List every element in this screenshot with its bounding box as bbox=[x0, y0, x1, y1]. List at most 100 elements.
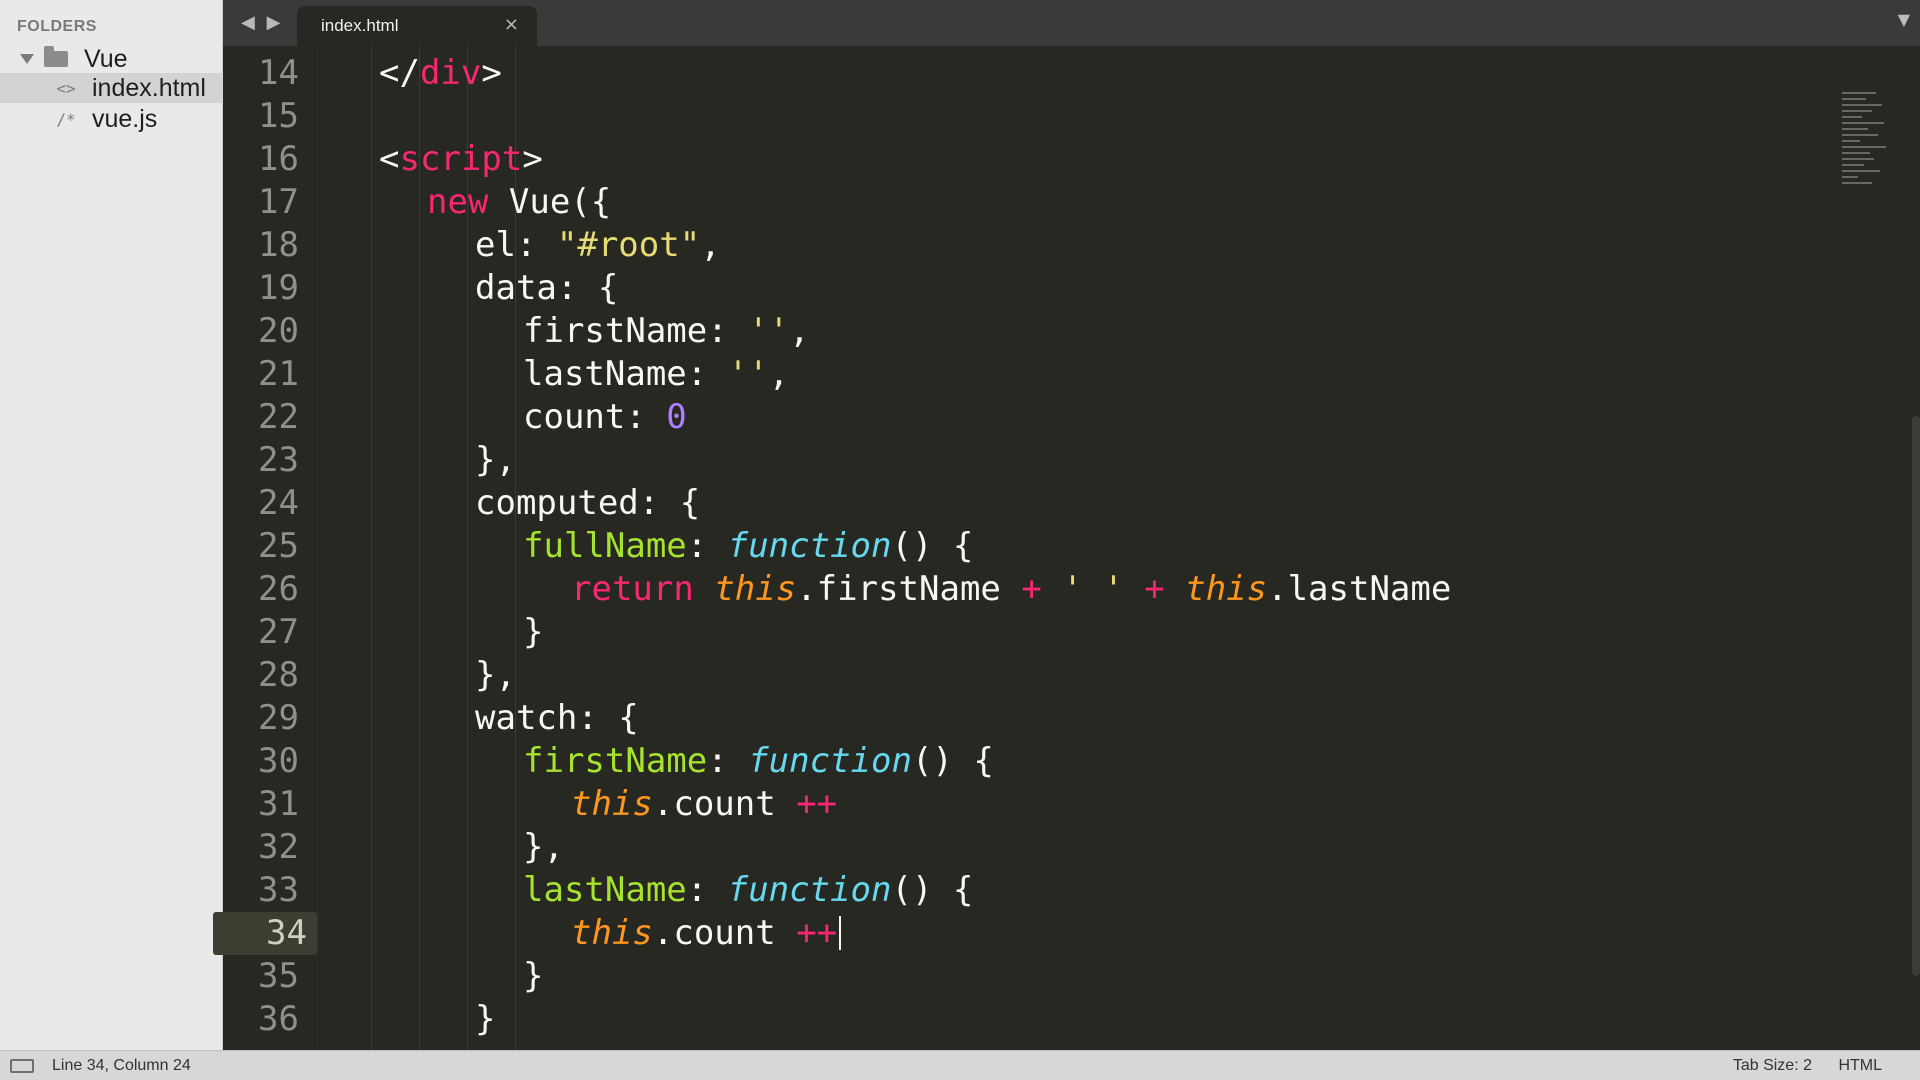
code-token: return bbox=[571, 569, 694, 609]
tab-index-html[interactable]: index.html × bbox=[297, 6, 537, 46]
code-line[interactable]: el: "#root", bbox=[475, 224, 721, 267]
line-number: 33 bbox=[258, 870, 299, 910]
cursor-position: Line 34, Column 24 bbox=[52, 1057, 191, 1074]
sidebar-folder-vue[interactable]: Vue bbox=[0, 44, 223, 74]
line-number: 18 bbox=[258, 225, 299, 265]
line-number: 28 bbox=[258, 655, 299, 695]
sidebar-file-index-html[interactable]: <> index.html bbox=[0, 73, 223, 103]
sidebar-file-vue-js[interactable]: /* vue.js bbox=[0, 104, 223, 134]
tab-navigation[interactable]: ◀ ▶ bbox=[241, 12, 280, 33]
file-label: index.html bbox=[92, 73, 206, 102]
triangle-down-icon[interactable] bbox=[20, 54, 34, 64]
line-number: 20 bbox=[258, 311, 299, 351]
code-token: firstName bbox=[523, 741, 708, 781]
tab-bar: ◀ ▶ index.html × ▼ bbox=[223, 0, 1920, 47]
code-token: firstName: bbox=[523, 311, 749, 351]
code-token: } bbox=[475, 999, 496, 1039]
sublime-window: FOLDERS Vue <> index.html /* vue.js ◀ ▶ … bbox=[0, 0, 1920, 1080]
line-number: 14 bbox=[258, 53, 299, 93]
tab-title: index.html bbox=[321, 16, 399, 35]
code-line[interactable]: firstName: function() { bbox=[523, 740, 994, 783]
tab-dropdown-icon[interactable]: ▼ bbox=[1898, 10, 1910, 29]
panel-icon[interactable] bbox=[10, 1059, 34, 1073]
indent-guide bbox=[371, 46, 372, 1050]
nav-forward-icon[interactable]: ▶ bbox=[267, 12, 281, 33]
minimap[interactable] bbox=[1842, 92, 1888, 198]
line-number: 19 bbox=[258, 268, 299, 308]
code-token: .lastName bbox=[1267, 569, 1452, 609]
code-line[interactable]: lastName: function() { bbox=[523, 869, 973, 912]
code-token: .firstName bbox=[796, 569, 1022, 609]
code-token: div bbox=[419, 53, 482, 93]
line-number: 25 bbox=[258, 526, 299, 566]
code-line[interactable]: }, bbox=[523, 826, 564, 869]
code-line[interactable]: count: 0 bbox=[523, 396, 687, 439]
code-token: > bbox=[522, 139, 543, 179]
code-line[interactable]: }, bbox=[475, 439, 516, 482]
code-line[interactable]: watch: { bbox=[475, 697, 639, 740]
code-token: }, bbox=[475, 655, 516, 695]
code-line[interactable]: } bbox=[523, 955, 543, 998]
code-line[interactable]: </div> bbox=[379, 52, 502, 95]
code-line[interactable]: } bbox=[475, 998, 495, 1041]
html-file-icon: <> bbox=[56, 78, 76, 98]
code-token: this bbox=[571, 913, 653, 953]
tab-size[interactable]: Tab Size: 2 bbox=[1733, 1057, 1812, 1074]
sidebar: FOLDERS Vue <> index.html /* vue.js bbox=[0, 0, 223, 1050]
line-number: 35 bbox=[258, 956, 299, 996]
code-line[interactable]: computed: { bbox=[475, 482, 700, 525]
code-token: new bbox=[427, 182, 489, 222]
code-line[interactable]: firstName: '', bbox=[523, 310, 810, 353]
code-line[interactable]: fullName: function() { bbox=[523, 525, 973, 568]
syntax-mode[interactable]: HTML bbox=[1838, 1057, 1882, 1074]
code-token: : bbox=[707, 741, 749, 781]
line-number: 23 bbox=[258, 440, 299, 480]
code-token: > bbox=[481, 53, 502, 93]
code-token: lastName bbox=[523, 870, 687, 910]
line-number: 22 bbox=[258, 397, 299, 437]
line-number: 26 bbox=[258, 569, 299, 609]
code-token: + bbox=[1021, 569, 1042, 609]
code-line[interactable]: this.count ++ bbox=[571, 783, 837, 826]
code-token: : bbox=[686, 870, 728, 910]
close-icon[interactable]: × bbox=[504, 14, 519, 35]
line-number: 34 bbox=[213, 912, 317, 955]
code-token: lastName: bbox=[523, 354, 728, 394]
line-number: 27 bbox=[258, 612, 299, 652]
code-editor[interactable]: 14 15 16 17 18 19 20 21 22 23 24 25 26 27 28 29 30 31 32 33… bbox=[213, 46, 1920, 1050]
code-token: "#root" bbox=[556, 225, 701, 265]
code-line[interactable]: }, bbox=[475, 654, 516, 697]
code-token: function bbox=[748, 741, 912, 781]
code-token: Vue({ bbox=[488, 182, 612, 222]
code-line[interactable]: lastName: '', bbox=[523, 353, 789, 396]
code-token: } bbox=[523, 612, 544, 652]
code-token: () { bbox=[891, 526, 974, 566]
code-token: : bbox=[686, 526, 728, 566]
nav-back-icon[interactable]: ◀ bbox=[241, 12, 255, 33]
code-token: '' bbox=[748, 311, 790, 351]
indent-guide bbox=[419, 46, 420, 1050]
code-line[interactable]: return this.firstName + ' ' + this.lastN… bbox=[571, 568, 1451, 611]
code-token: }, bbox=[523, 827, 564, 867]
code-line[interactable]: new Vue({ bbox=[427, 181, 611, 224]
line-number: 21 bbox=[258, 354, 299, 394]
code-token: this bbox=[571, 784, 653, 824]
code-token: '' bbox=[727, 354, 769, 394]
code-token: } bbox=[523, 956, 544, 996]
code-line[interactable]: } bbox=[523, 611, 543, 654]
folder-label: Vue bbox=[84, 44, 128, 73]
code-line[interactable]: this.count ++ bbox=[571, 912, 842, 955]
code-area[interactable]: 14 15 16 17 18 19 20 21 22 23 24 25 26 27 28 29 30 31 32 33… bbox=[213, 46, 1891, 1050]
line-number: 17 bbox=[258, 182, 299, 222]
code-token: + bbox=[1144, 569, 1165, 609]
line-number: 24 bbox=[258, 483, 299, 523]
scrollbar[interactable] bbox=[1912, 416, 1920, 976]
status-bar: Line 34, Column 24 Tab Size: 2 HTML bbox=[0, 1050, 1920, 1080]
code-line[interactable]: <script> bbox=[379, 138, 543, 181]
file-label: vue.js bbox=[92, 104, 158, 133]
line-number: 29 bbox=[258, 698, 299, 738]
code-line[interactable]: data: { bbox=[475, 267, 618, 310]
